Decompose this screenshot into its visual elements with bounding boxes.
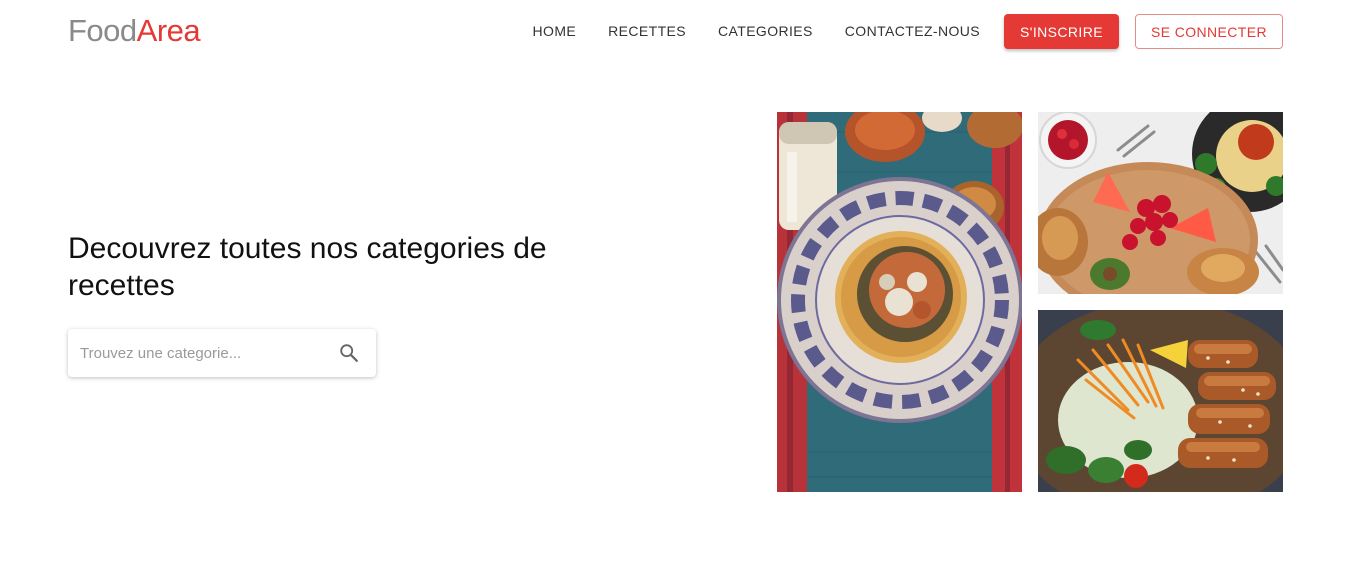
signup-button[interactable]: S'INSCRIRE [1004, 14, 1119, 49]
nav-categories[interactable]: CATEGORIES [702, 14, 829, 49]
nav-home[interactable]: HOME [517, 14, 593, 49]
search-input[interactable] [80, 344, 330, 362]
page: FoodArea HOME RECETTES CATEGORIES CONTAC… [0, 0, 1350, 566]
search-icon[interactable] [338, 342, 360, 364]
hero-title: Decouvrez toutes nos categories de recet… [68, 232, 547, 302]
login-button[interactable]: SE CONNECTER [1134, 14, 1283, 49]
nav-contact[interactable]: CONTACTEZ-NOUS [829, 14, 996, 49]
chicken-salad-photo [1038, 310, 1283, 492]
logo-area: Area [136, 13, 201, 48]
main-nav: HOME RECETTES CATEGORIES CONTACTEZ-NOUS … [517, 14, 1283, 49]
logo-food: Food [68, 13, 137, 48]
search-box [68, 329, 376, 377]
fruits-brunch-photo [1038, 112, 1283, 294]
logo[interactable]: FoodArea [68, 12, 201, 50]
tacos-plate-photo [777, 112, 1022, 492]
nav-recettes[interactable]: RECETTES [592, 14, 702, 49]
